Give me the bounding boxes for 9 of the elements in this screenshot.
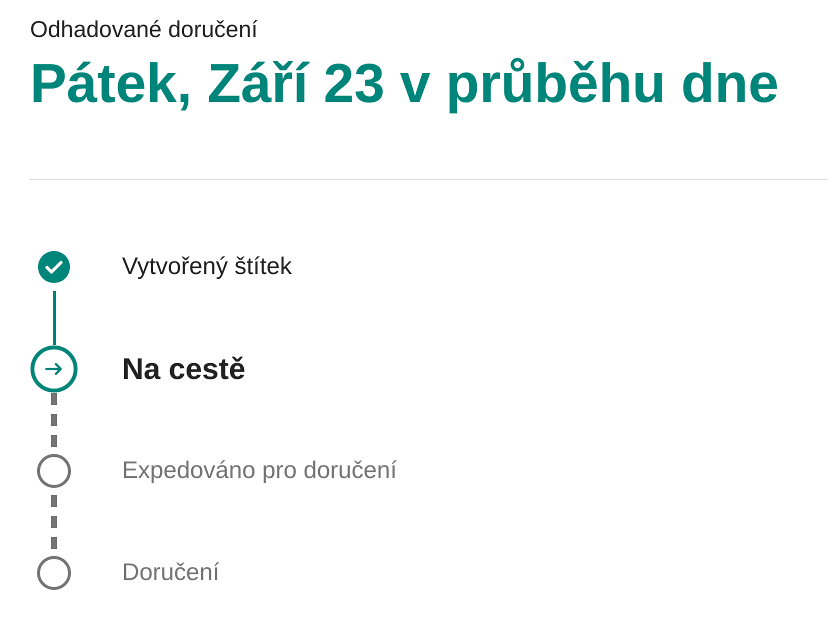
connector-line [51,393,57,447]
step-label: Vytvořený štítek [122,252,292,282]
delivery-label: Odhadované doručení [30,15,259,44]
delivery-date: Pátek, Září 23 v průběhu dne [30,51,780,116]
step-label: Expedováno pro doručení [122,456,397,486]
step-label: Na cestě [122,352,246,388]
step-label: Doručení [122,558,220,588]
connector-line [52,291,56,345]
connector-line [51,495,57,549]
